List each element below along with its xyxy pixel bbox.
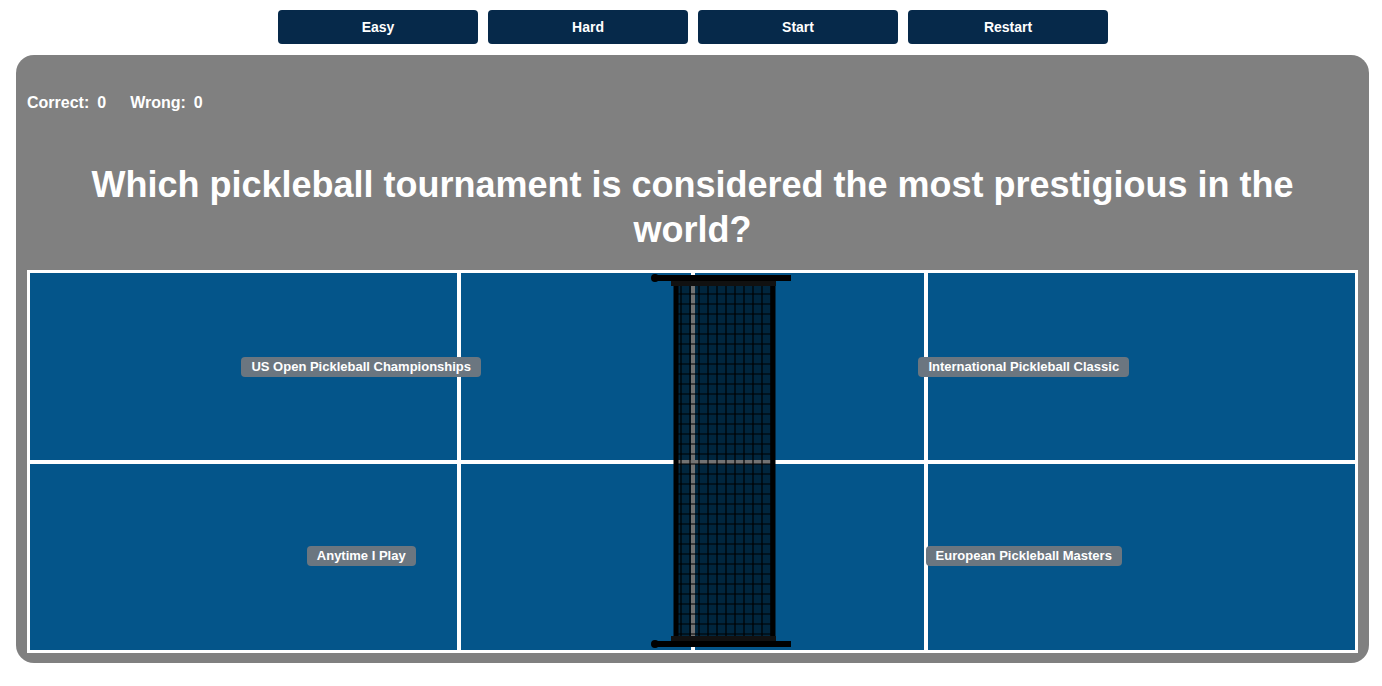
score-bar: Correct: 0 Wrong: 0 <box>27 93 1358 113</box>
control-button[interactable]: Start <box>698 10 898 44</box>
trivia-page: Easy Hard Start Restart Correct: 0 Wrong: 0 Whic… <box>0 0 1382 686</box>
game-panel: Correct: 0 Wrong: 0 Which pickleball tournam… <box>16 55 1369 663</box>
control-button[interactable]: Easy <box>278 10 478 44</box>
control-bar: Easy Hard Start Restart <box>0 10 1382 44</box>
pickleball-court: US Open Pickleball Championships Internat… <box>27 270 1358 653</box>
answer-button[interactable]: US Open Pickleball Championships <box>241 357 481 377</box>
answer-zone[interactable]: US Open Pickleball Championships <box>30 273 693 462</box>
answer-zone[interactable]: Anytime I Play <box>30 462 693 651</box>
score-item: Wrong: 0 <box>130 93 203 113</box>
net-icon <box>651 270 801 653</box>
score-label: Wrong: <box>130 93 186 113</box>
score-item: Correct: 0 <box>27 93 106 113</box>
question-text: Which pickleball tournament is considere… <box>37 162 1348 252</box>
control-button[interactable]: Hard <box>488 10 688 44</box>
answer-button[interactable]: Anytime I Play <box>307 546 416 566</box>
answer-zone[interactable]: European Pickleball Masters <box>693 462 1356 651</box>
answer-button[interactable]: European Pickleball Masters <box>926 546 1122 566</box>
score-value: 0 <box>194 93 203 113</box>
answer-button[interactable]: International Pickleball Classic <box>918 357 1129 377</box>
control-button[interactable]: Restart <box>908 10 1108 44</box>
score-value: 0 <box>97 93 106 113</box>
score-label: Correct: <box>27 93 89 113</box>
answer-zone[interactable]: International Pickleball Classic <box>693 273 1356 462</box>
